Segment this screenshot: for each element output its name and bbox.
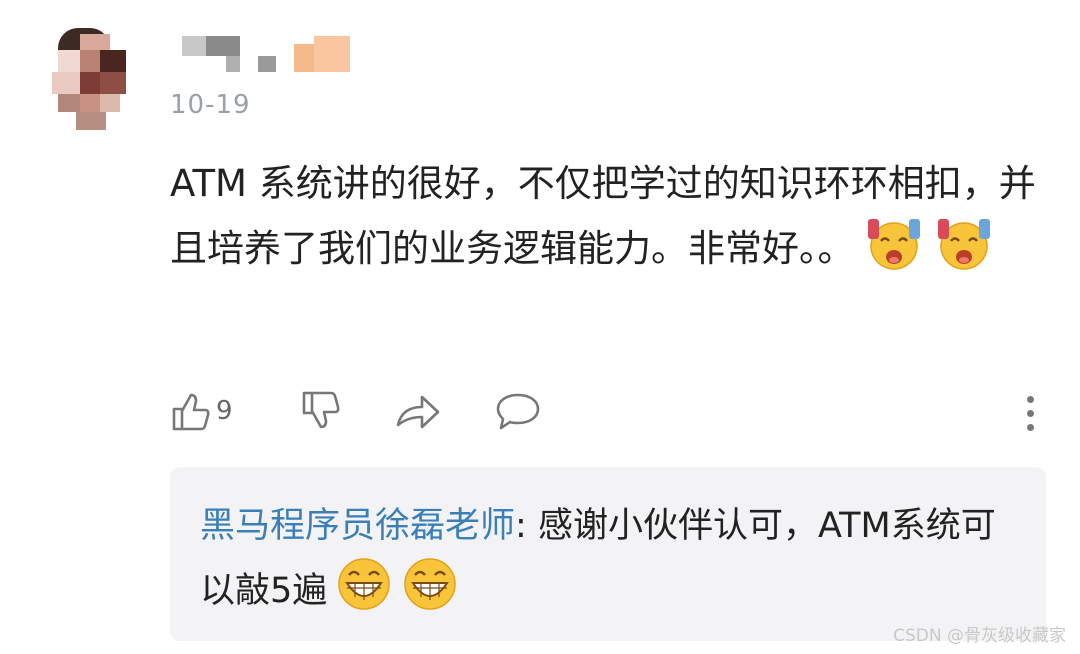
cheering-face-emoji — [933, 213, 995, 288]
comment-body: ATM 系统讲的很好，不仅把学过的知识环环相扣，并且培养了我们的业务逻辑能力。非… — [170, 155, 1040, 288]
comment-bubble-icon — [496, 393, 540, 430]
comment-date: 10-19 — [170, 90, 251, 120]
grinning-face-emoji — [401, 555, 459, 629]
grinning-face-emoji — [335, 555, 393, 629]
share-button[interactable] — [394, 391, 442, 431]
reply-content: 黑马程序员徐磊老师: 感谢小伙伴认可，ATM系统可以敲5遍 — [200, 497, 1030, 629]
thumbs-up-icon — [172, 393, 210, 431]
share-icon — [396, 395, 440, 429]
reply-separator: : — [515, 506, 538, 546]
comment-actions: 9 — [168, 385, 1048, 435]
thumbs-down-icon — [302, 391, 340, 429]
dislike-button[interactable] — [298, 389, 342, 433]
username-redacted[interactable] — [182, 36, 352, 76]
reply-author-link[interactable]: 黑马程序员徐磊老师 — [200, 506, 515, 546]
reply-button[interactable] — [494, 391, 542, 433]
watermark: CSDN @骨灰级收藏家 — [893, 626, 1066, 646]
cheering-face-emoji — [863, 213, 925, 288]
avatar[interactable] — [52, 28, 132, 130]
reply-box: 黑马程序员徐磊老师: 感谢小伙伴认可，ATM系统可以敲5遍 — [170, 467, 1046, 641]
like-button[interactable]: 9 — [168, 389, 233, 433]
more-vertical-icon[interactable] — [1020, 392, 1040, 436]
like-count: 9 — [216, 396, 233, 426]
